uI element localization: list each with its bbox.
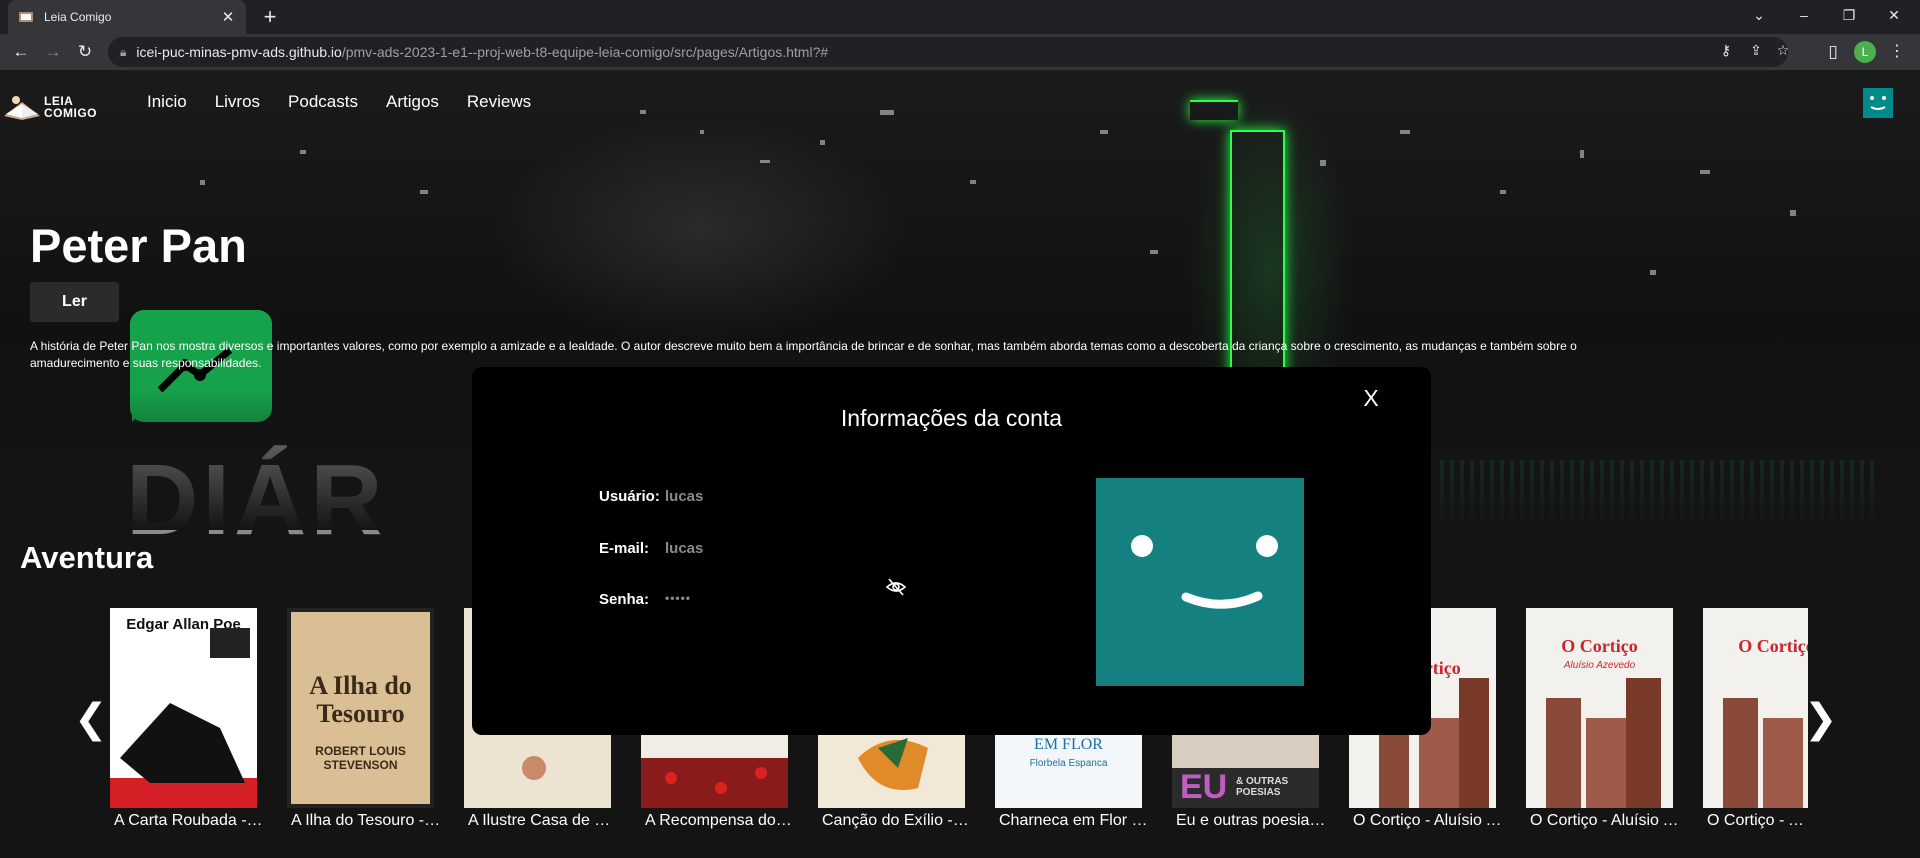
share-icon[interactable]: ⇪ [1746,42,1766,59]
nav-reviews[interactable]: Reviews [467,92,531,112]
forward-icon[interactable]: → [42,41,64,63]
modal-close-button[interactable]: X [1356,385,1386,412]
section-title: Aventura [20,540,154,575]
restore-icon[interactable]: ❐ [1838,7,1860,24]
hero-title: Peter Pan [30,219,247,272]
star-icon[interactable]: ☆ [1773,42,1793,59]
nav-livros[interactable]: Livros [215,92,260,112]
sidebar-icon[interactable]: ▯ [1822,41,1844,63]
book-card[interactable]: O Cortiço O Cortiço - Aluísio Azevedo [1703,608,1808,830]
browser-titlebar: Leia Comigo ✕ + ⌄ – ❐ ✕ [0,0,1920,34]
password-label: Senha: [599,591,650,608]
book-cover[interactable]: Edgar Allan Poe [110,608,257,808]
user-label: Usuário: [599,488,660,505]
modal-title: Informações da conta [840,405,1063,431]
nav-podcasts[interactable]: Podcasts [288,92,358,112]
user-avatar-button[interactable] [1863,88,1893,118]
book-title: Canção do Exílio - Gonçalves Dias [822,812,972,829]
book-title: O Cortiço - Aluísio Azevedo [1530,812,1680,829]
url-path: /pmv-ads-2023-1-e1--proj-web-t8-equipe-l… [341,44,829,60]
email-value: lucas [665,540,704,557]
site-logo[interactable]: LEIA COMIGO [2,92,97,122]
book-card[interactable]: A Ilha do Tesouro ROBERT LOUIS STEVENSON … [287,608,441,830]
key-icon[interactable]: ⚷ [1716,42,1736,59]
book-card[interactable]: Edgar Allan Poe A Carta Roubada - Edgar … [110,608,264,830]
profile-avatar[interactable]: L [1854,41,1876,63]
reload-icon[interactable]: ↻ [74,41,96,63]
book-title: A Ilustre Casa de Ramires - Eça de Queir… [468,812,618,829]
url-host: icei-puc-minas-pmv-ads.github.io [136,44,342,60]
carousel-next-icon[interactable]: ❯ [1804,696,1838,742]
account-avatar [1096,478,1304,686]
carousel-prev-icon[interactable]: ❮ [74,696,108,742]
nav-inicio[interactable]: Inicio [147,92,187,112]
book-favicon-icon [18,9,34,25]
book-title: O Cortiço - Aluísio Azevedo [1353,812,1503,829]
book-title: A Carta Roubada - Edgar Allan Poe [114,812,264,829]
user-value: lucas [665,488,704,505]
page: DIÁR LEIACOMIGO Inicio Livros Podcasts A… [0,70,1920,858]
site-nav: Inicio Livros Podcasts Artigos Reviews [147,92,559,112]
book-cover[interactable]: O Cortiço Aluísio Azevedo [1526,608,1673,808]
lock-icon: 🔒︎ [120,44,127,59]
minimize-icon[interactable]: – [1793,7,1815,23]
close-window-icon[interactable]: ✕ [1883,7,1905,24]
book-title: Eu e outras poesias - Augusto dos Anjos [1176,812,1326,829]
book-logo-icon [2,92,42,122]
book-card[interactable]: O Cortiço Aluísio Azevedo O Cortiço - Al… [1526,608,1680,830]
password-value: ••••• [665,591,692,605]
book-cover[interactable]: A Ilha do Tesouro ROBERT LOUIS STEVENSON [287,608,434,808]
nav-artigos[interactable]: Artigos [386,92,439,112]
book-title: Charneca em Flor - Florbela Espanca [999,812,1149,829]
address-bar[interactable]: 🔒︎ icei-puc-minas-pmv-ads.github.io/pmv-… [108,37,1789,67]
tab-close-icon[interactable]: ✕ [220,8,236,26]
tab-title: Leia Comigo [44,10,112,24]
email-label: E-mail: [599,540,650,557]
book-title: A Recompensa do Vira-Lata [645,812,795,829]
browser-toolbar: ← → ↻ 🔒︎ icei-puc-minas-pmv-ads.github.i… [0,34,1920,70]
logo-line-2: COMIGO [44,106,97,120]
browser-tab-active[interactable]: Leia Comigo ✕ [8,0,246,34]
new-tab-button[interactable]: + [259,6,281,28]
book-cover[interactable]: O Cortiço [1703,608,1808,808]
eye-slash-icon[interactable] [885,576,907,598]
book-title: O Cortiço - Aluísio Azevedo [1707,812,1808,829]
tab-search-icon[interactable]: ⌄ [1748,7,1770,24]
menu-dots-icon[interactable]: ⋮ [1886,41,1908,61]
back-icon[interactable]: ← [10,41,32,63]
read-button[interactable]: Ler [30,282,119,322]
book-title: A Ilha do Tesouro - Robert Louis Stevens… [291,812,441,829]
account-modal: Informações da conta X Usuário: lucas E-… [472,367,1431,735]
